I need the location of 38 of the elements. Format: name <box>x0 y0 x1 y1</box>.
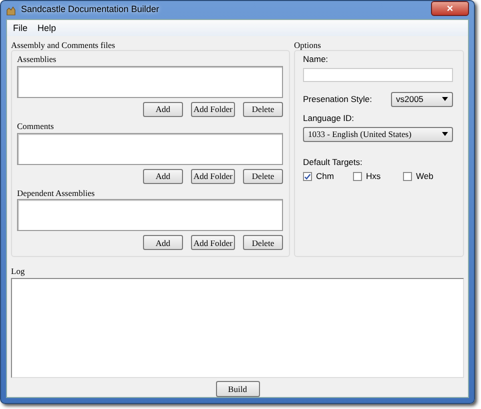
checkbox[interactable] <box>403 172 412 182</box>
name-field[interactable] <box>303 68 453 82</box>
checkbox-label: Web <box>416 170 434 183</box>
list-label: Dependent Assemblies <box>17 186 96 200</box>
list-box[interactable] <box>17 66 283 98</box>
checkbox[interactable] <box>303 172 312 182</box>
build-button[interactable]: Build <box>216 381 260 397</box>
list-box[interactable] <box>17 132 283 164</box>
menu-item[interactable]: File <box>13 22 28 35</box>
action-button[interactable]: Add Folder <box>191 102 235 117</box>
caret-icon <box>442 132 448 136</box>
checkbox-label: Chm <box>316 170 334 183</box>
language-dropdown[interactable]: 1033 - English (United States) <box>303 126 453 142</box>
list-label: Comments <box>17 120 55 132</box>
log-label: Log <box>11 265 26 278</box>
action-button[interactable]: Add <box>143 168 183 184</box>
field-label: Name: <box>303 53 330 66</box>
list-box[interactable] <box>17 199 283 232</box>
group-title: Assembly and Comments files <box>11 39 116 52</box>
field-label: Default Targets: <box>303 156 364 168</box>
action-button[interactable]: Add <box>143 235 183 250</box>
field-label: Language ID: <box>303 112 356 124</box>
action-button[interactable]: Delete <box>243 102 283 117</box>
app-icon <box>6 4 17 16</box>
checkbox-label: Hxs <box>366 170 381 183</box>
action-button[interactable]: Delete <box>243 235 283 250</box>
action-button[interactable]: Add Folder <box>191 235 235 250</box>
group-title: Options <box>294 39 322 52</box>
action-button[interactable]: Delete <box>243 168 283 184</box>
field-label: Presenation Style: <box>303 92 372 106</box>
window-title: Sandcastle Documentation Builder <box>21 3 160 16</box>
checkbox[interactable] <box>353 172 362 182</box>
action-button[interactable]: Add <box>143 102 183 117</box>
caret-icon <box>442 97 448 102</box>
menu-item[interactable]: Help <box>38 22 56 35</box>
list-label: Assemblies <box>17 53 58 66</box>
action-button[interactable]: Add Folder <box>191 168 235 184</box>
style-dropdown[interactable]: vs2005 <box>391 92 453 107</box>
